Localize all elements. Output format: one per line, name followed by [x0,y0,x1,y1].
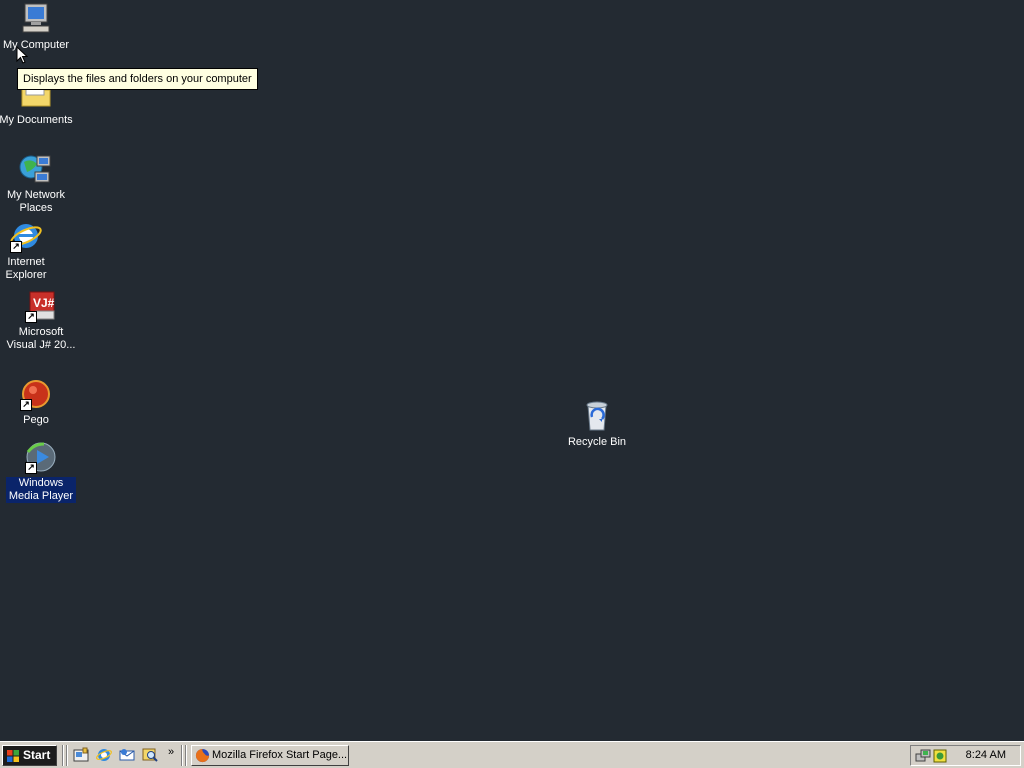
desktop-icon-pego[interactable]: ↗ Pego [0,377,77,427]
quicklaunch-more-button[interactable]: » [168,746,174,758]
quicklaunch-search[interactable] [142,747,158,763]
start-label: Start [23,748,51,762]
desktop-icon-label: Windows Media Player [6,477,76,503]
network-tray-icon[interactable] [915,748,931,764]
desktop-icon-label: My Documents [0,114,73,126]
shortcut-arrow-icon: ↗ [25,462,37,474]
quicklaunch-outlook[interactable] [119,747,135,763]
taskbar: Start » Mozilla Firefox Start Page... 8:… [0,741,1024,768]
shortcut-arrow-icon: ↗ [20,399,32,411]
taskbar-separator [185,745,187,766]
desktop-icon-my-network-places[interactable]: My Network Places [0,152,77,215]
windows-logo-icon [7,750,19,762]
quicklaunch-internet-explorer[interactable] [96,747,112,763]
vj-icon: VJ# ↗ [24,289,58,323]
shortcut-arrow-icon: ↗ [10,241,22,253]
ie-icon [96,749,112,761]
media-player-icon: ↗ [24,440,58,474]
security-tray-icon[interactable] [932,748,948,764]
system-tray: 8:24 AM [910,745,1021,766]
desktop-icon-label: My Computer [2,39,70,51]
desktop-icon-my-computer[interactable]: My Computer [0,2,77,52]
taskbar-separator [181,745,183,766]
ie-icon: ↗ [9,219,43,253]
desktop-icon-label: Microsoft Visual J# 20... [6,326,76,351]
network-icon [19,152,53,186]
desktop-icon-recycle-bin[interactable]: Recycle Bin [556,399,638,449]
computer-icon [19,2,53,36]
svg-text:VJ#: VJ# [33,296,55,310]
desktop[interactable]: My Computer My Documents My Network Plac… [0,0,1024,741]
taskbar-separator [66,745,68,766]
show-desktop-icon [73,747,89,762]
firefox-icon [195,748,210,763]
desktop-icon-label: Pego [23,414,49,426]
desktop-icon-label: Recycle Bin [567,436,627,448]
taskbar-separator [62,745,64,766]
desktop-icon-label: My Network Places [6,189,66,214]
tooltip: Displays the files and folders on your c… [17,68,258,90]
recycle-bin-icon [580,399,614,433]
desktop-icon-visual-jsharp[interactable]: VJ# ↗ Microsoft Visual J# 20... [0,289,82,352]
start-button[interactable]: Start [2,745,57,766]
mouse-cursor-icon [16,45,29,70]
outlook-icon [119,749,135,761]
desktop-icon-internet-explorer[interactable]: ↗ Internet Explorer [0,219,67,282]
clock[interactable]: 8:24 AM [966,749,1006,762]
taskbar-button-firefox[interactable]: Mozilla Firefox Start Page... [191,745,349,766]
desktop-icon-label: Internet Explorer [5,256,47,281]
desktop-icon-windows-media-player[interactable]: ↗ Windows Media Player [0,440,82,503]
pego-icon: ↗ [19,377,53,411]
quicklaunch-show-desktop[interactable] [73,747,89,763]
taskbar-button-label: Mozilla Firefox Start Page... [212,749,348,761]
shortcut-arrow-icon: ↗ [25,311,37,323]
search-icon [142,748,158,762]
